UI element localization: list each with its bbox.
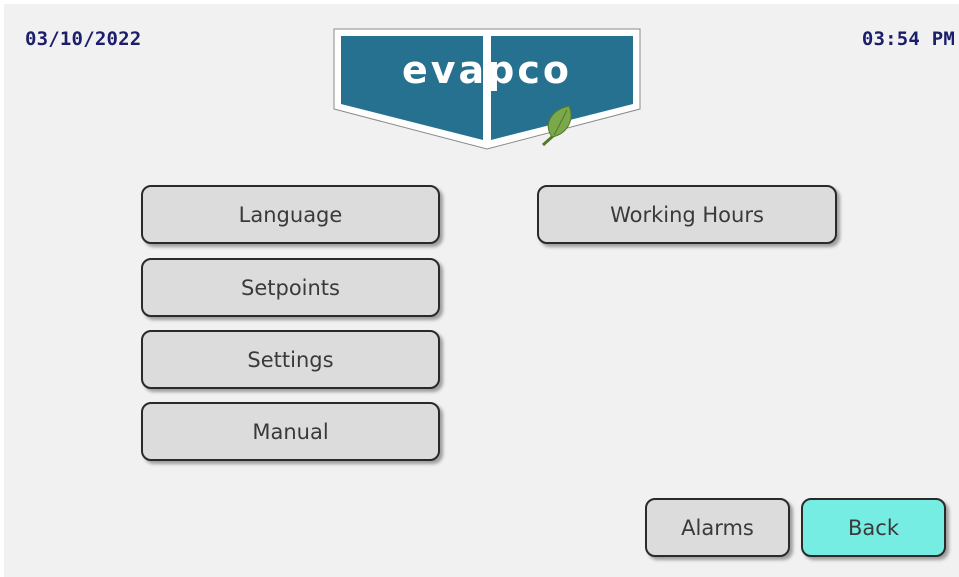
manual-button[interactable]: Manual [141, 402, 440, 461]
time-display: 03:54 PM [861, 28, 955, 50]
date-display: 03/10/2022 [25, 28, 142, 50]
working-hours-button[interactable]: Working Hours [537, 185, 837, 244]
logo-wordmark: evapco [402, 48, 572, 92]
settings-button[interactable]: Settings [141, 330, 440, 389]
back-button[interactable]: Back [801, 498, 946, 557]
evapco-logo: evapco [333, 28, 641, 150]
setpoints-button[interactable]: Setpoints [141, 258, 440, 317]
alarms-button[interactable]: Alarms [645, 498, 790, 557]
language-button[interactable]: Language [141, 185, 440, 244]
